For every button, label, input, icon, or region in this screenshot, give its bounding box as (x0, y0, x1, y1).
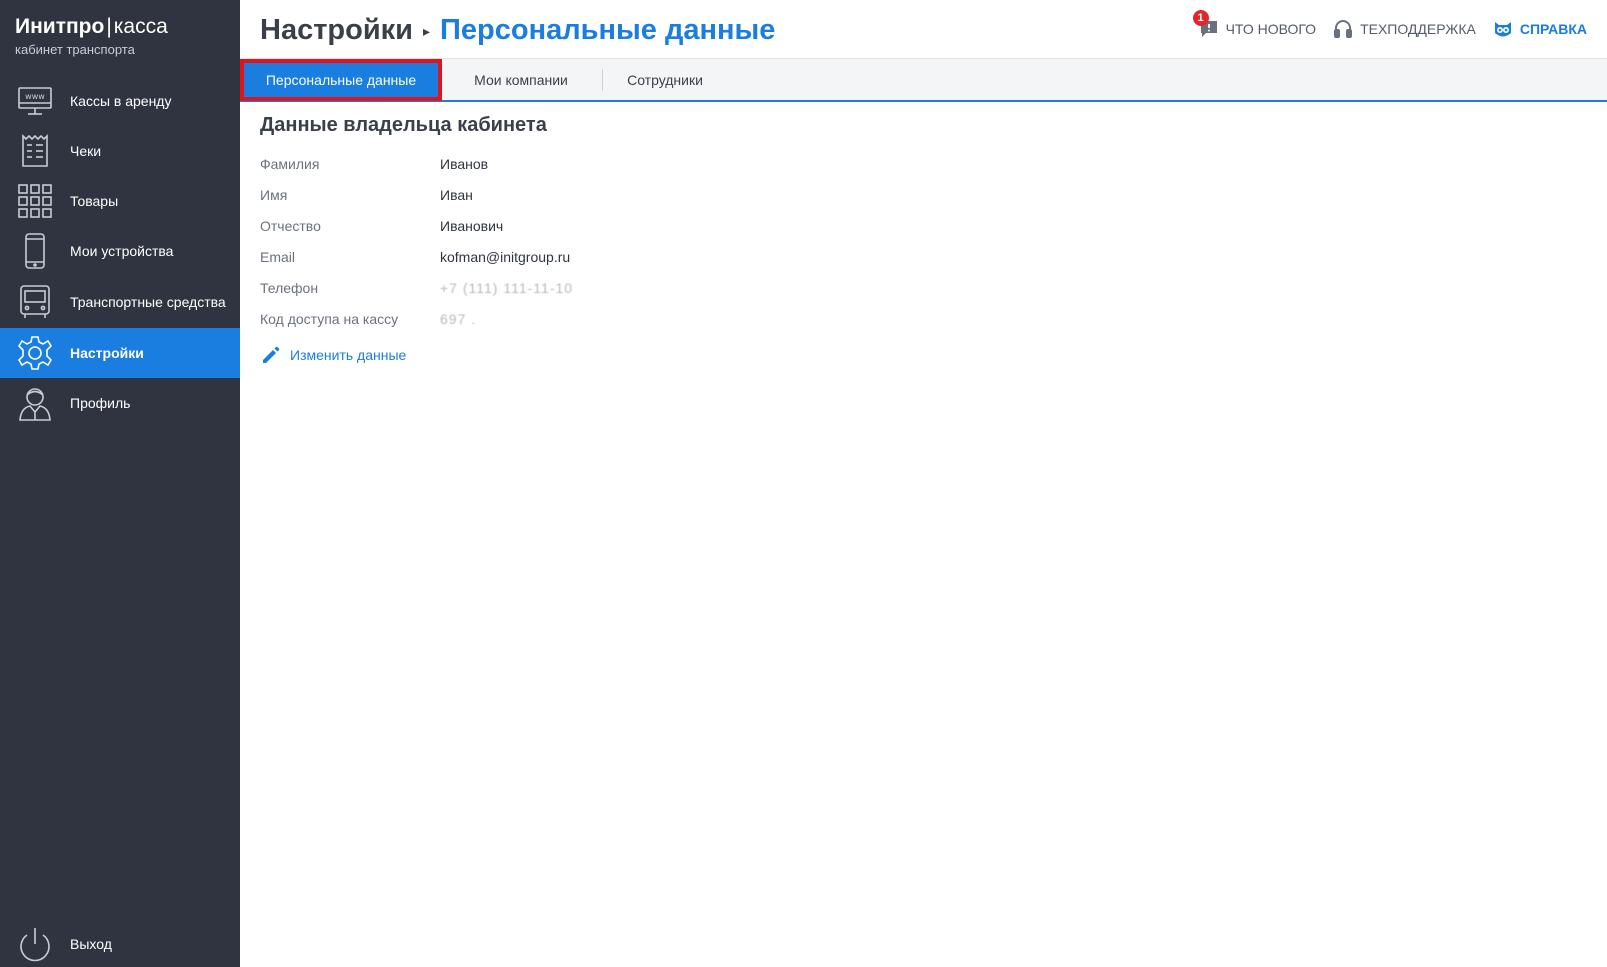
sidebar-item-goods[interactable]: Товары (0, 176, 240, 226)
sidebar-item-label: Настройки (70, 345, 144, 361)
field-row-access-code: Код доступа на кассу 697 . (260, 303, 1560, 334)
power-icon (16, 926, 54, 964)
page-title: Персональные данные (440, 14, 776, 46)
main-area: Настройки ▸ Персональные данные 1 ЧТО НОВО… (240, 0, 1607, 967)
svg-text:www: www (25, 92, 45, 101)
sidebar-item-label: Товары (70, 193, 119, 209)
section-title: Данные владельца кабинета (260, 114, 547, 136)
tab-bar: Персональные данные Мои компании Сотрудн… (240, 58, 1607, 102)
field-row-last-name: Фамилия Иванов (260, 148, 1560, 179)
owl-icon (1494, 22, 1511, 37)
sidebar-item-logout[interactable]: Выход (0, 920, 240, 967)
headset-icon (1334, 20, 1353, 38)
sidebar-item-rental-cashboxes[interactable]: www Кассы в аренду (0, 76, 240, 126)
field-row-first-name: Имя Иван (260, 179, 1560, 210)
sidebar-item-settings[interactable]: Настройки (0, 328, 240, 378)
sidebar-nav: www Кассы в аренду Чеки Товары Мои устро… (0, 76, 240, 428)
whats-new-label: ЧТО НОВОГО (1225, 21, 1317, 37)
user-icon (16, 384, 54, 422)
edit-data-label: Изменить данные (290, 347, 407, 363)
sidebar-item-devices[interactable]: Мои устройства (0, 226, 240, 276)
whats-new-button[interactable]: 1 ЧТО НОВОГО (1192, 10, 1317, 40)
sidebar-item-label: Профиль (70, 395, 131, 411)
field-label: Отчество (260, 217, 321, 234)
owner-data-section: Данные владельца кабинета Фамилия Иванов… (260, 112, 1560, 366)
field-value: +7 (111) 111-11-10 (440, 279, 574, 296)
brand-separator: | (106, 15, 112, 38)
help-label: СПРАВКА (1519, 21, 1587, 37)
field-value: 697 . (440, 310, 477, 327)
brand-name: Инитпро (15, 15, 105, 38)
edit-data-link[interactable]: Изменить данные (260, 344, 406, 366)
www-monitor-icon: www (16, 82, 54, 120)
pencil-icon (263, 346, 280, 363)
field-value: Иванович (440, 217, 504, 234)
bus-icon (16, 283, 54, 321)
field-value: Иван (440, 186, 473, 203)
notification-badge: 1 (1192, 10, 1209, 26)
brand-subtitle: кабинет транспорта (15, 42, 135, 57)
field-row-middle-name: Отчество Иванович (260, 210, 1560, 241)
sidebar-item-profile[interactable]: Профиль (0, 378, 240, 428)
field-label: Код доступа на кассу (260, 310, 399, 327)
sidebar-item-label: Чеки (70, 143, 102, 159)
breadcrumb-arrow-icon: ▸ (423, 23, 431, 40)
page-header: Настройки ▸ Персональные данные 1 ЧТО НОВО… (240, 0, 1607, 58)
receipt-icon (16, 132, 54, 170)
logout-label: Выход (70, 935, 112, 952)
tab-divider (602, 69, 603, 91)
breadcrumb-parent[interactable]: Настройки (260, 14, 413, 46)
field-row-phone: Телефон +7 (111) 111-11-10 (260, 272, 1560, 303)
tab-personal-data[interactable]: Персональные данные (240, 59, 442, 101)
field-label: Фамилия (260, 155, 320, 172)
sidebar-item-label: Кассы в аренду (70, 93, 172, 109)
brand-logo[interactable]: Инитпро|касса кабинет транспорта (15, 14, 168, 57)
sidebar-item-vehicles[interactable]: Транспортные средства (0, 276, 240, 328)
brand-product: касса (113, 15, 168, 38)
breadcrumb: Настройки ▸ Персональные данные (260, 12, 775, 49)
field-label: Имя (260, 186, 288, 203)
phone-icon (16, 232, 54, 270)
support-button[interactable]: ТЕХПОДДЕРЖКА (1332, 18, 1476, 40)
field-label: Email (260, 248, 296, 265)
support-label: ТЕХПОДДЕРЖКА (1360, 21, 1476, 37)
grid-icon (16, 182, 54, 220)
sidebar-item-receipts[interactable]: Чеки (0, 126, 240, 176)
tab-employees[interactable]: Сотрудники (604, 59, 726, 101)
gear-icon (16, 334, 54, 372)
top-actions: 1 ЧТО НОВОГО ТЕХПОДДЕРЖКА СПРАВКА (1192, 10, 1587, 40)
field-label: Телефон (260, 279, 319, 296)
field-value: kofman@initgroup.ru (440, 248, 571, 265)
field-row-email: Email kofman@initgroup.ru (260, 241, 1560, 272)
sidebar: Инитпро|касса кабинет транспорта www Кас… (0, 0, 240, 967)
field-value: Иванов (440, 155, 489, 172)
sidebar-item-label: Транспортные средства (70, 294, 226, 310)
help-button[interactable]: СПРАВКА (1492, 18, 1587, 40)
sidebar-item-label: Мои устройства (70, 243, 174, 259)
tab-my-companies[interactable]: Мои компании (450, 59, 592, 101)
